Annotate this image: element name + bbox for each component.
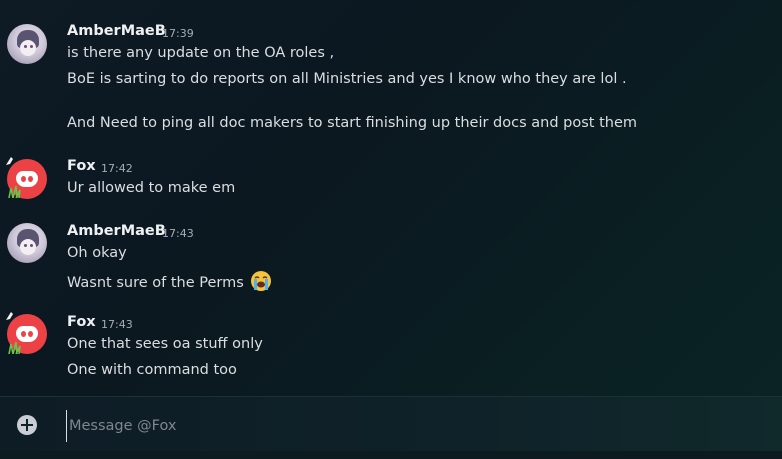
message-line: Ur allowed to make em (67, 180, 236, 196)
grass-decoration-icon (8, 185, 21, 198)
timestamp: 17:43 (101, 318, 133, 331)
message-line: Oh okay (67, 245, 127, 261)
message-list: AmberMaeB 17:39 is there any update on t… (0, 0, 782, 395)
hand-decoration-icon (6, 312, 13, 320)
author-name[interactable]: AmberMaeB (67, 223, 166, 239)
message-line: One with command too (67, 362, 237, 378)
message-line: One that sees oa stuff only (67, 336, 263, 352)
message-line: Wasnt sure of the Perms (67, 270, 272, 292)
timestamp: 17:43 (162, 227, 194, 240)
grass-decoration-icon (8, 341, 21, 354)
author-name[interactable]: Fox (67, 314, 96, 330)
timestamp: 17:39 (162, 27, 194, 40)
timestamp: 17:42 (101, 162, 133, 175)
message-composer (0, 396, 782, 452)
author-name[interactable]: Fox (67, 158, 96, 174)
avatar[interactable] (7, 24, 47, 64)
author-name[interactable]: AmberMaeB (67, 23, 166, 39)
avatar[interactable] (7, 223, 47, 263)
loudly-crying-face-icon (251, 271, 272, 291)
plus-circle-icon[interactable] (17, 415, 37, 435)
message-line: BoE is sarting to do reports on all Mini… (67, 71, 627, 87)
message-text: Wasnt sure of the Perms (67, 275, 244, 291)
bottom-bar (0, 451, 782, 459)
hand-decoration-icon (6, 157, 13, 165)
message-input[interactable] (66, 410, 761, 442)
message-line: And Need to ping all doc makers to start… (67, 115, 637, 131)
message-line: is there any update on the OA roles , (67, 45, 335, 61)
